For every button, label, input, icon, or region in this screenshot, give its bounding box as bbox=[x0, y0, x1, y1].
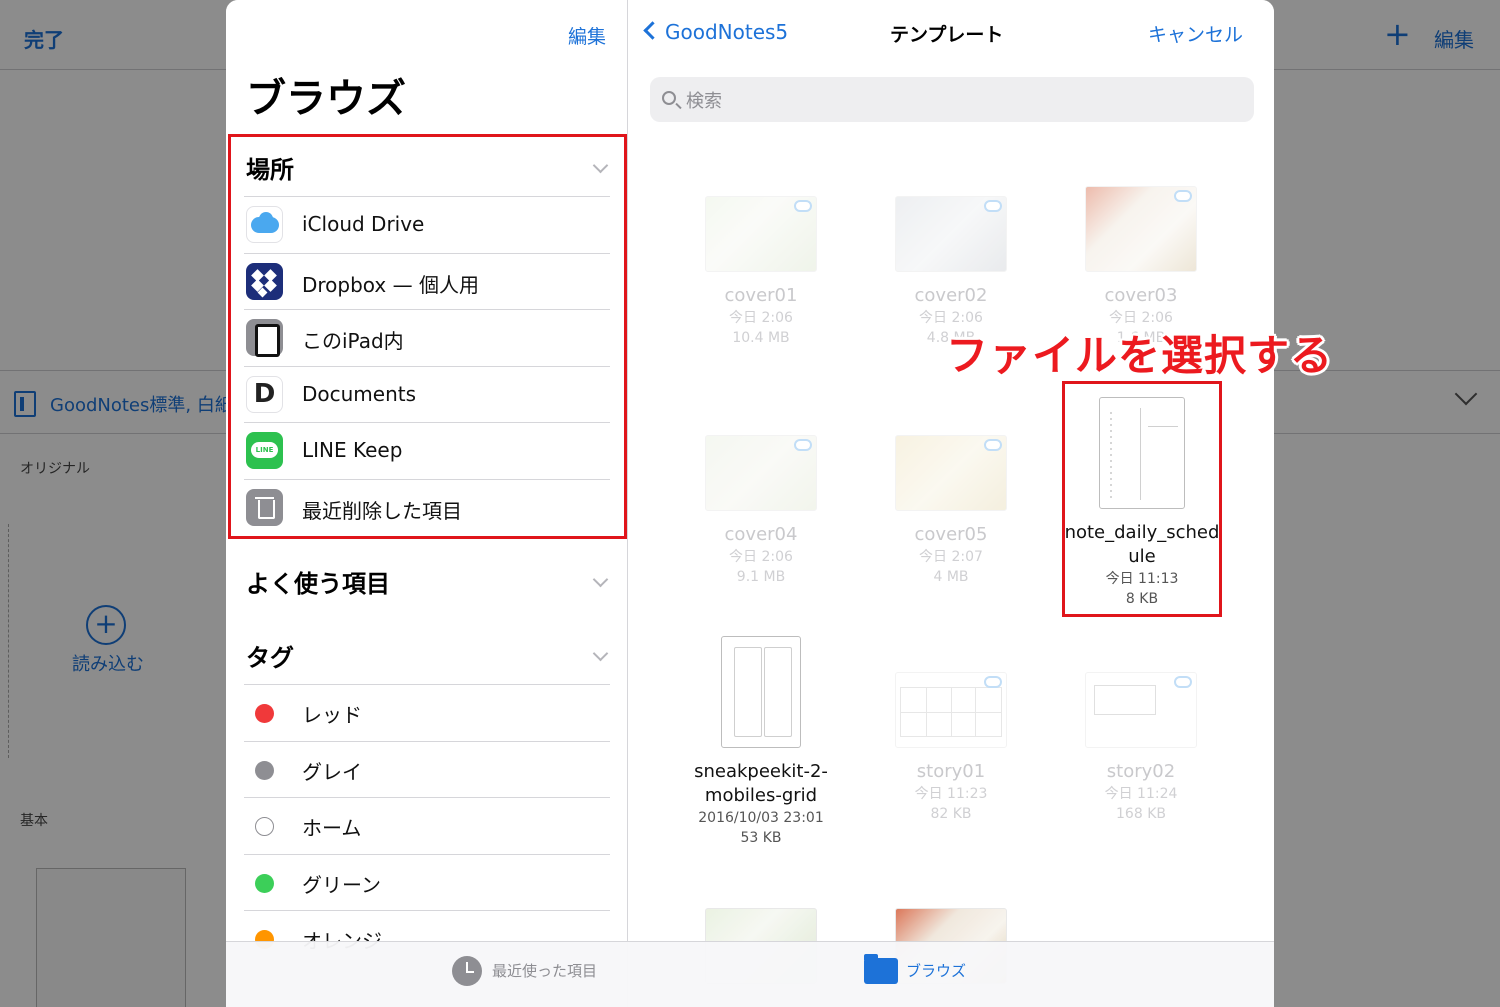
file-size: 9.1 MB bbox=[736, 569, 786, 585]
search-field[interactable]: 検索 bbox=[650, 77, 1254, 122]
file-thumbnail bbox=[1085, 186, 1197, 272]
red-dot-icon bbox=[255, 704, 274, 723]
file-item-story01[interactable]: story01 今日 11:23 82 KB bbox=[856, 672, 1046, 824]
file-thumbnail bbox=[895, 196, 1007, 272]
back-button[interactable]: GoodNotes5 bbox=[643, 20, 789, 44]
search-placeholder: 検索 bbox=[686, 91, 722, 112]
file-date: 今日 2:06 bbox=[729, 549, 793, 565]
sidebar-edit-button[interactable]: 編集 bbox=[568, 22, 606, 49]
tag-item-gray[interactable]: グレイ bbox=[244, 740, 610, 798]
tag-item-green[interactable]: グリーン bbox=[244, 853, 610, 911]
cloud-download-icon bbox=[984, 439, 1002, 451]
tag-item-home[interactable]: ホーム bbox=[244, 797, 610, 854]
tags-chevron-icon[interactable] bbox=[592, 645, 609, 662]
file-date: 今日 11:23 bbox=[914, 786, 988, 802]
file-name: story02 bbox=[1106, 761, 1176, 782]
file-item-sneakpeekit[interactable]: sneakpeekit-2-mobiles-grid 2016/10/03 23… bbox=[666, 636, 856, 848]
tag-label: レッド bbox=[302, 703, 362, 727]
file-name: cover03 bbox=[1104, 285, 1178, 306]
file-picker-modal: 編集 ブラウズ 場所 iCloud Drive Dropbox — 個人用 この… bbox=[226, 0, 1274, 1007]
file-name: story01 bbox=[916, 761, 986, 782]
file-name: cover04 bbox=[724, 524, 798, 545]
file-size: 10.4 MB bbox=[732, 330, 790, 346]
file-name: cover05 bbox=[914, 524, 988, 545]
tags-header[interactable]: タグ bbox=[246, 638, 294, 673]
pane-title: テンプレート bbox=[890, 24, 1004, 46]
file-size: 53 KB bbox=[740, 830, 782, 846]
cloud-download-icon bbox=[984, 676, 1002, 688]
cloud-download-icon bbox=[794, 439, 812, 451]
file-name: cover01 bbox=[724, 285, 798, 306]
file-browser-pane: GoodNotes5 テンプレート キャンセル 検索 cover01 今日 2:… bbox=[628, 0, 1274, 1007]
search-icon bbox=[662, 91, 676, 105]
file-date: 今日 11:24 bbox=[1104, 786, 1178, 802]
file-thumbnail bbox=[721, 636, 801, 748]
file-item-cover01[interactable]: cover01 今日 2:06 10.4 MB bbox=[666, 196, 856, 348]
cloud-download-icon bbox=[1174, 190, 1192, 202]
folder-icon bbox=[864, 954, 898, 984]
file-item-cover05[interactable]: cover05 今日 2:07 4 MB bbox=[856, 435, 1046, 587]
file-name: sneakpeekit-2-mobiles-grid bbox=[694, 761, 828, 806]
file-date: 2016/10/03 23:01 bbox=[698, 810, 824, 826]
clock-icon bbox=[452, 956, 482, 986]
tab-browse[interactable]: ブラウズ bbox=[864, 954, 967, 984]
tag-label: ホーム bbox=[302, 816, 362, 840]
file-name: cover02 bbox=[914, 285, 988, 306]
file-thumbnail bbox=[705, 196, 817, 272]
file-date: 今日 2:07 bbox=[919, 549, 983, 565]
chevron-left-icon bbox=[643, 21, 662, 40]
locations-highlight-box bbox=[228, 134, 627, 539]
sidebar-title: ブラウズ bbox=[246, 76, 406, 122]
cloud-download-icon bbox=[794, 200, 812, 212]
file-item-cover04[interactable]: cover04 今日 2:06 9.1 MB bbox=[666, 435, 856, 587]
tab-recent[interactable]: 最近使った項目 bbox=[452, 956, 598, 986]
favorites-chevron-icon[interactable] bbox=[592, 571, 609, 588]
back-label: GoodNotes5 bbox=[665, 20, 789, 44]
file-size: 82 KB bbox=[930, 806, 972, 822]
tab-recent-label: 最近使った項目 bbox=[492, 962, 598, 980]
file-thumbnail bbox=[895, 435, 1007, 511]
gray-dot-icon bbox=[255, 760, 274, 780]
tab-bar: 最近使った項目 ブラウズ bbox=[226, 941, 1274, 1007]
cloud-download-icon bbox=[984, 200, 1002, 212]
tags-list: レッド グレイ ホーム グリーン オレンジ bbox=[244, 684, 610, 967]
favorites-header[interactable]: よく使う項目 bbox=[246, 564, 390, 599]
annotation-label: ファイルを選択する bbox=[946, 331, 1334, 380]
file-size: 168 KB bbox=[1116, 806, 1166, 822]
cancel-button[interactable]: キャンセル bbox=[1148, 20, 1243, 47]
file-thumbnail bbox=[895, 672, 1007, 748]
file-item-story02[interactable]: story02 今日 11:24 168 KB bbox=[1046, 672, 1236, 824]
selected-file-highlight-box bbox=[1062, 381, 1222, 617]
file-date: 今日 2:06 bbox=[729, 310, 793, 326]
file-size: 4 MB bbox=[933, 569, 969, 585]
file-thumbnail bbox=[705, 435, 817, 511]
green-dot-icon bbox=[255, 873, 274, 893]
empty-dot-icon bbox=[255, 817, 274, 836]
cloud-download-icon bbox=[1174, 676, 1192, 688]
tab-browse-label: ブラウズ bbox=[906, 962, 967, 980]
tag-label: グレイ bbox=[302, 759, 362, 784]
file-thumbnail bbox=[1085, 672, 1197, 748]
tag-item-red[interactable]: レッド bbox=[244, 684, 610, 741]
browse-sidebar: 編集 ブラウズ 場所 iCloud Drive Dropbox — 個人用 この… bbox=[226, 0, 628, 1007]
tag-label: グリーン bbox=[302, 872, 381, 897]
